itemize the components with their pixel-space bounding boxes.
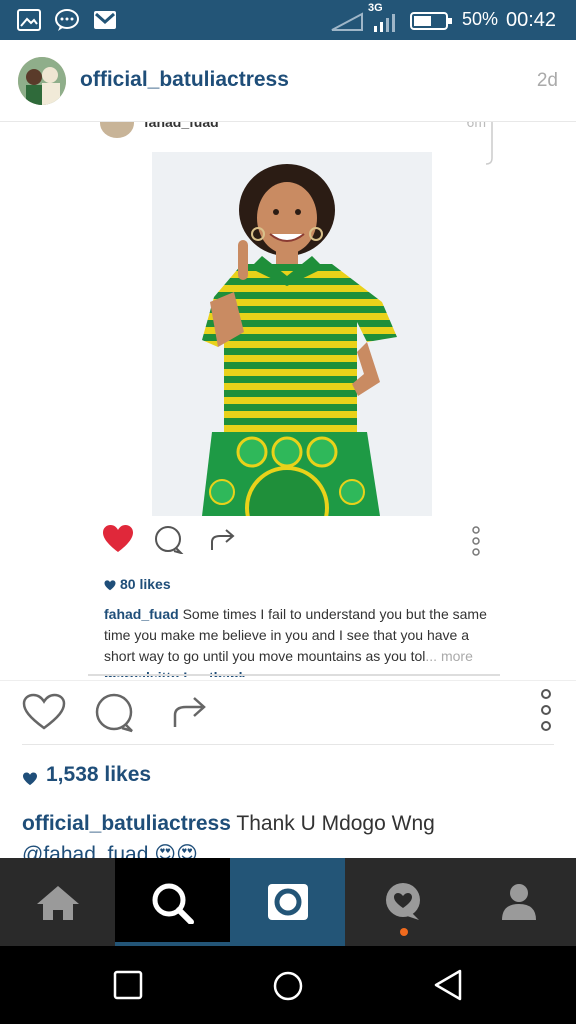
camera-icon (268, 884, 308, 920)
embedded-share-icon (211, 529, 235, 550)
avatar[interactable] (18, 57, 66, 105)
post-time: 2d (536, 70, 558, 91)
embedded-avatar (100, 122, 134, 138)
embedded-photo (152, 152, 432, 516)
embedded-heart-icon (103, 525, 133, 552)
embedded-caption: fahad_fuad Some times I fail to understa… (104, 604, 492, 667)
activity-icon (386, 883, 420, 920)
embedded-likes-count: 80 likes (120, 576, 171, 592)
more-options-icon[interactable] (536, 689, 556, 731)
post-actions (0, 680, 576, 744)
back-icon[interactable] (432, 968, 464, 1002)
embedded-more-link: ... more (425, 648, 473, 664)
post-header: official_batuliactress 2d (0, 40, 576, 122)
embedded-likes-heart-icon (104, 580, 116, 591)
tab-activity[interactable] (345, 858, 460, 946)
embedded-comment-icon (155, 526, 184, 554)
caption-username[interactable]: official_batuliactress (22, 812, 231, 835)
caption: official_batuliactress Thank U Mdogo Wng (22, 812, 562, 836)
gallery-icon (17, 9, 41, 31)
likes-heart-icon (23, 772, 37, 786)
android-nav-bar (0, 946, 576, 1024)
search-icon (152, 883, 194, 924)
comment-icon[interactable] (94, 693, 136, 733)
battery-percent: 50% (462, 9, 499, 29)
mention-text: @fahad_fuad 😍😍 (22, 843, 199, 858)
embedded-bottom-border (88, 674, 500, 676)
recents-icon[interactable] (113, 970, 143, 1000)
tab-home[interactable] (0, 858, 115, 946)
embedded-top-username: fahad_fuad (144, 122, 219, 130)
embedded-more-icon (472, 526, 480, 556)
caption-text: Thank U Mdogo Wng (230, 812, 435, 835)
status-bar: 3G 50% 00:42 (0, 0, 576, 40)
likes-count: 1,538 likes (46, 763, 152, 786)
signal-icon (374, 14, 395, 32)
clock: 00:42 (506, 9, 557, 31)
tab-profile[interactable] (461, 858, 576, 946)
profile-icon (502, 884, 536, 920)
tab-camera[interactable] (230, 858, 345, 946)
home-circle-icon[interactable] (272, 970, 304, 1002)
post-username[interactable]: official_batuliactress (80, 68, 289, 92)
network-type: 3G (368, 2, 383, 14)
likes[interactable]: 1,538 likes (22, 763, 151, 787)
tab-search[interactable] (115, 858, 230, 946)
divider (22, 744, 554, 745)
caption-mention[interactable]: @fahad_fuad 😍😍 (22, 842, 198, 858)
battery-icon (410, 12, 452, 30)
bottom-tab-bar (0, 858, 576, 946)
wifi-triangle-icon (331, 12, 363, 31)
embedded-scroll-edge (485, 122, 493, 165)
share-icon[interactable] (170, 693, 210, 731)
like-heart-icon[interactable] (22, 693, 66, 731)
home-icon (37, 886, 79, 920)
gmail-icon (94, 11, 116, 29)
chat-bubble-icon (55, 9, 79, 31)
activity-notification-dot (400, 928, 408, 936)
post-image[interactable]: fahad_fuad 6m 80 likes fahad_fuad Some t… (88, 122, 500, 678)
embedded-caption-username: fahad_fuad (104, 606, 179, 622)
